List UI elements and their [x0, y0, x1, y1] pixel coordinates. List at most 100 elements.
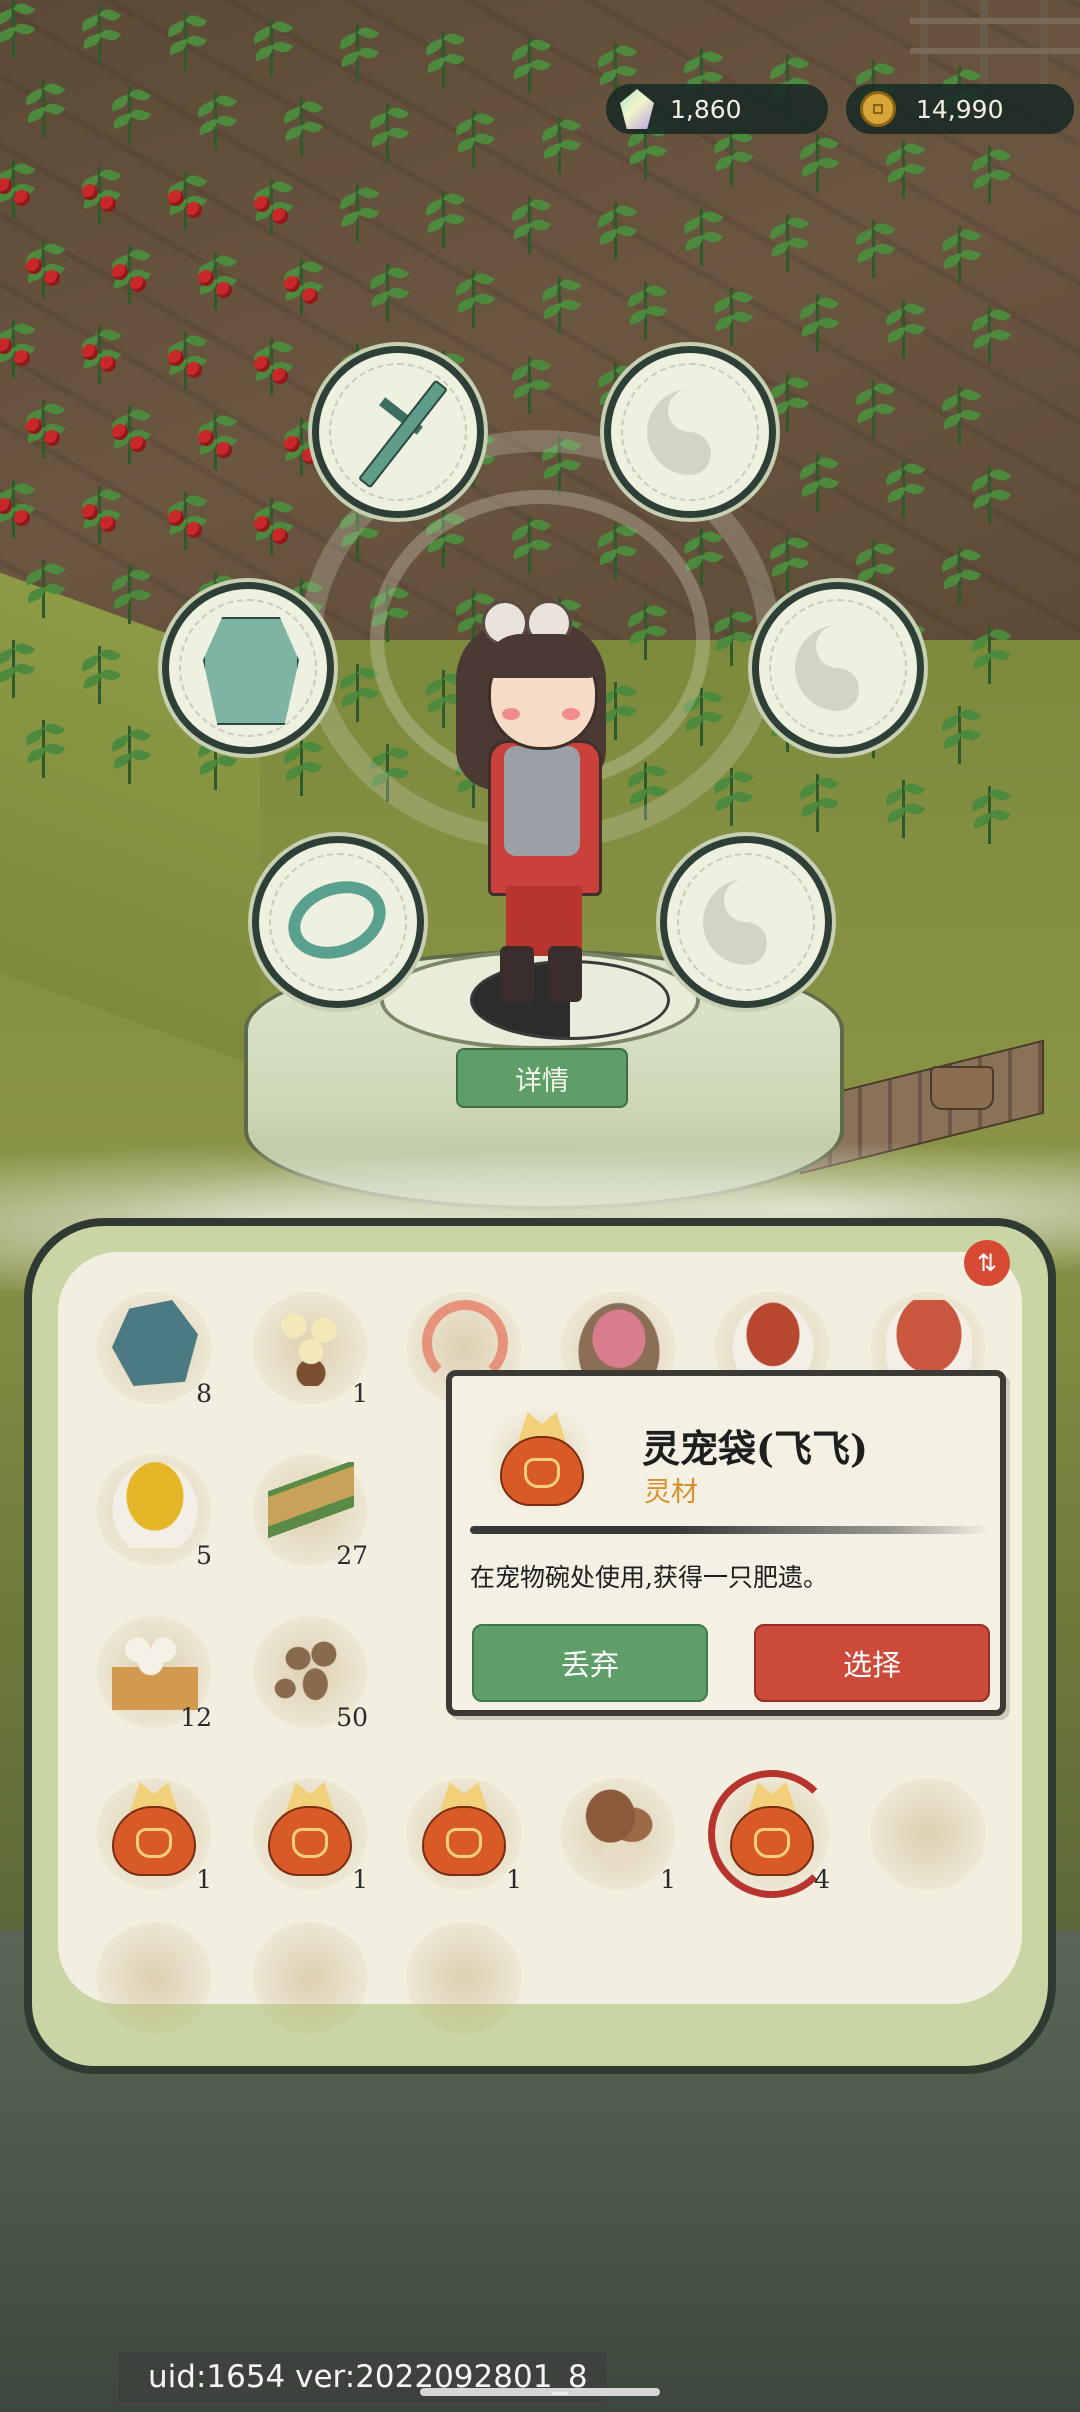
item-quantity: 1: [352, 1865, 368, 1894]
crop-plant: [278, 88, 324, 158]
crop-plant: [76, 476, 122, 546]
inventory-slot[interactable]: 1: [88, 1768, 218, 1898]
mushroom-icon: [576, 1786, 662, 1872]
crop-plant: [20, 230, 66, 300]
details-button[interactable]: 详情: [456, 1048, 628, 1108]
select-button[interactable]: 选择: [754, 1624, 990, 1702]
tooltip-item-icon: [476, 1398, 606, 1518]
crop-plant: [592, 192, 638, 262]
inventory-slot[interactable]: 1: [244, 1768, 374, 1898]
crop-plant: [106, 396, 152, 466]
crop-plant: [334, 174, 380, 244]
item-quantity: 4: [814, 1865, 830, 1894]
inventory-slot[interactable]: 27: [244, 1444, 374, 1574]
item-name: 灵宠袋(飞飞): [642, 1426, 868, 1471]
yellow-soup-icon: [112, 1462, 198, 1548]
crop-plant: [936, 696, 982, 766]
crop-plant: [850, 210, 896, 280]
crop-plant: [76, 156, 122, 226]
item-description: 在宠物碗处使用,获得一只肥遗。: [470, 1563, 828, 1592]
pet-bag-icon: [108, 1782, 200, 1878]
crop-plant: [248, 8, 294, 78]
inventory-slot[interactable]: 5: [88, 1444, 218, 1574]
discard-button[interactable]: 丢弃: [472, 1624, 708, 1702]
inventory-slot[interactable]: 1: [244, 1282, 374, 1412]
item-quantity: 50: [336, 1703, 368, 1732]
empty-inventory-slot[interactable]: [398, 1912, 528, 2042]
empty-inventory-slot[interactable]: [88, 1912, 218, 2042]
sort-icon[interactable]: ⇅: [964, 1240, 1010, 1286]
crop-plant: [106, 236, 152, 306]
empty-inventory-slot[interactable]: [244, 1912, 374, 2042]
chrysanthemum-icon: [268, 1300, 354, 1386]
crop-plant: [880, 450, 926, 520]
pet-bag-icon: [726, 1782, 818, 1878]
robe-icon: [203, 617, 299, 725]
empty-slot-top-right[interactable]: [604, 346, 776, 518]
crop-plant: [248, 488, 294, 558]
coin-amount: 14,990: [916, 94, 1004, 124]
item-quantity: 1: [352, 1379, 368, 1408]
crop-plant: [506, 26, 552, 96]
crop-plant: [20, 710, 66, 780]
item-type: 灵材: [644, 1477, 698, 1508]
inventory-slot[interactable]: 1: [398, 1768, 528, 1898]
crop-plant: [880, 290, 926, 360]
crop-plant: [794, 444, 840, 514]
crop-plant: [420, 20, 466, 90]
jade-crystal-icon: [620, 89, 654, 129]
crop-plant: [966, 456, 1012, 526]
home-indicator[interactable]: [420, 2388, 660, 2396]
crop-plant: [622, 272, 668, 342]
item-quantity: 1: [506, 1865, 522, 1894]
crop-plant: [76, 636, 122, 706]
crop-plant: [506, 186, 552, 256]
crop-plant: [794, 124, 840, 194]
weapon-slot[interactable]: [312, 346, 484, 518]
wooden-bucket: [930, 1066, 994, 1110]
inventory-slot[interactable]: 4: [706, 1768, 836, 1898]
empty-slot-right[interactable]: [752, 582, 924, 754]
player-character[interactable]: [440, 590, 640, 1020]
crop-plant: [708, 278, 754, 348]
accessory-slot[interactable]: [252, 836, 424, 1008]
crop-plant: [794, 764, 840, 834]
item-quantity: 12: [180, 1703, 212, 1732]
crop-plant: [106, 716, 152, 786]
crop-plant: [20, 70, 66, 140]
grilled-fish-icon: [268, 1462, 354, 1548]
crop-plant: [248, 328, 294, 398]
inventory-slot[interactable]: 1: [552, 1768, 682, 1898]
crop-plant: [20, 550, 66, 620]
crop-plant: [364, 94, 410, 164]
crop-plant: [192, 82, 238, 152]
crop-plant: [162, 2, 208, 72]
crop-plant: [850, 370, 896, 440]
armor-slot[interactable]: [162, 582, 334, 754]
crop-plant: [764, 204, 810, 274]
pet-bag-icon: [264, 1782, 356, 1878]
inventory-slot[interactable]: 50: [244, 1606, 374, 1736]
inventory-slot[interactable]: 12: [88, 1606, 218, 1736]
crop-plant: [278, 248, 324, 318]
coin-currency: 14,990: [846, 84, 1074, 134]
crop-plant: [536, 266, 582, 336]
crop-plant: [162, 162, 208, 232]
empty-slot-bottom-right[interactable]: [660, 836, 832, 1008]
crop-plant: [450, 260, 496, 330]
pet-bag-icon: [496, 1412, 588, 1508]
crop-plant: [0, 150, 36, 220]
crop-plant: [20, 390, 66, 460]
divider: [470, 1526, 990, 1534]
item-quantity: 27: [336, 1541, 368, 1570]
crop-plant: [420, 180, 466, 250]
crop-plant: [936, 216, 982, 286]
yin-yang-icon: [703, 879, 789, 965]
empty-inventory-slot[interactable]: [862, 1768, 992, 1898]
crop-plant: [966, 136, 1012, 206]
item-quantity: 1: [660, 1865, 676, 1894]
inventory-slot[interactable]: 8: [88, 1282, 218, 1412]
crop-plant: [880, 130, 926, 200]
crop-plant: [880, 770, 926, 840]
crop-plant: [966, 776, 1012, 846]
